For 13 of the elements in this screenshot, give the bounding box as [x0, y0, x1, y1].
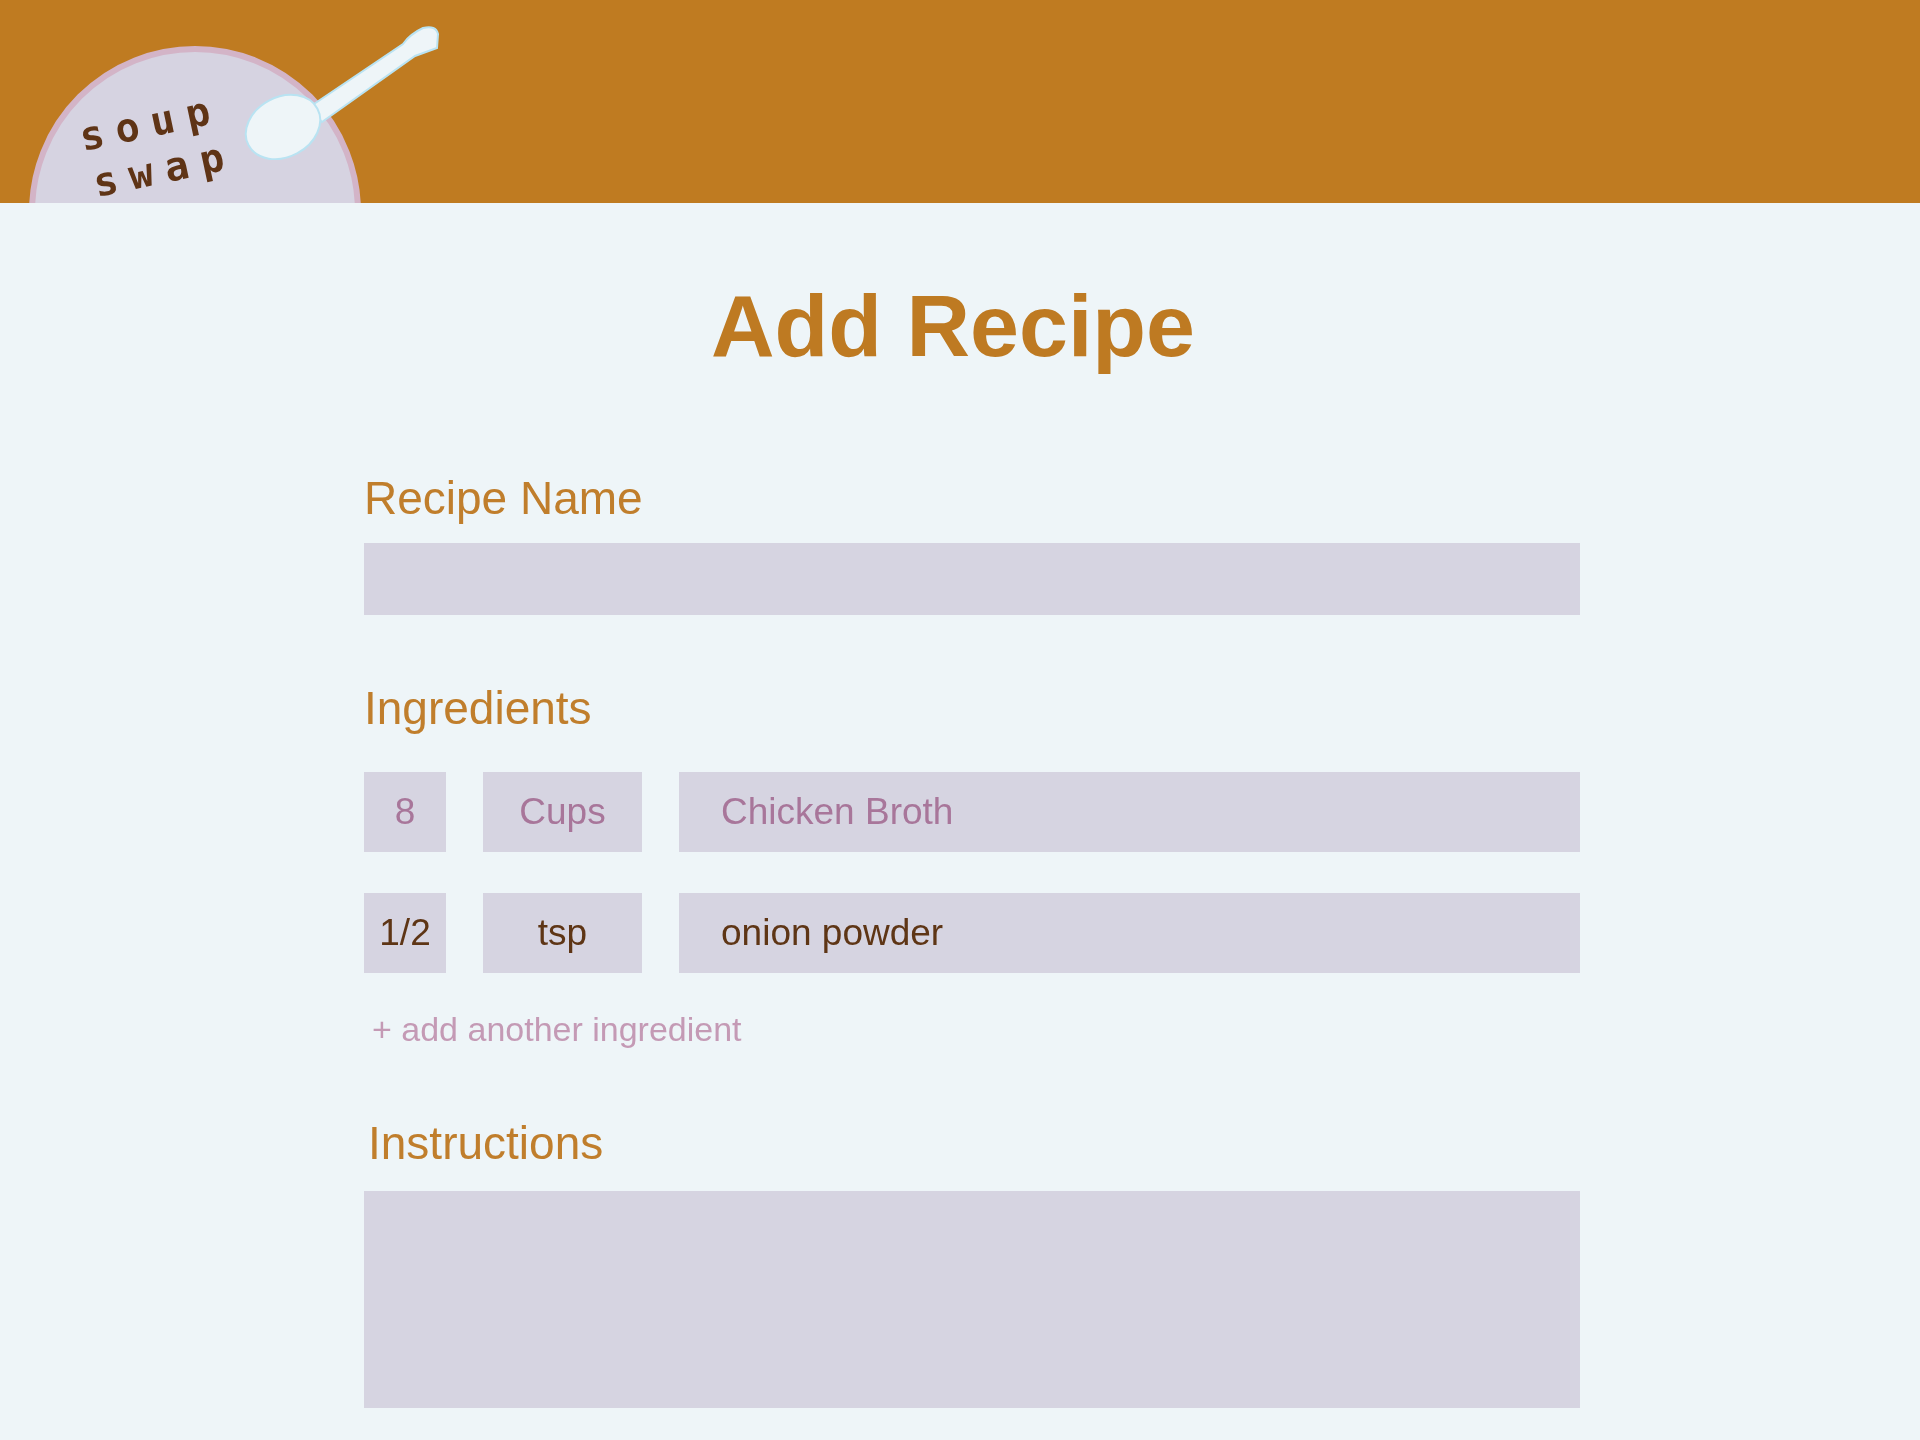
unit-field[interactable]: Cups	[483, 772, 642, 852]
ingredient-name-field[interactable]: Chicken Broth	[679, 772, 1580, 852]
recipe-name-field[interactable]	[364, 543, 1580, 615]
page-title: Add Recipe	[710, 276, 1197, 376]
quantity-field[interactable]: 8	[364, 772, 446, 852]
ingredient-name-field[interactable]: onion powder	[679, 893, 1580, 973]
unit-field[interactable]: tsp	[483, 893, 642, 973]
spoon-icon	[243, 24, 441, 160]
instructions-field[interactable]	[364, 1191, 1580, 1408]
quantity-field[interactable]: 1/2	[364, 893, 446, 973]
field-label: Ingredients	[364, 681, 593, 736]
field-label: Recipe Name	[364, 471, 644, 526]
field-label: Instructions	[367, 1116, 605, 1171]
